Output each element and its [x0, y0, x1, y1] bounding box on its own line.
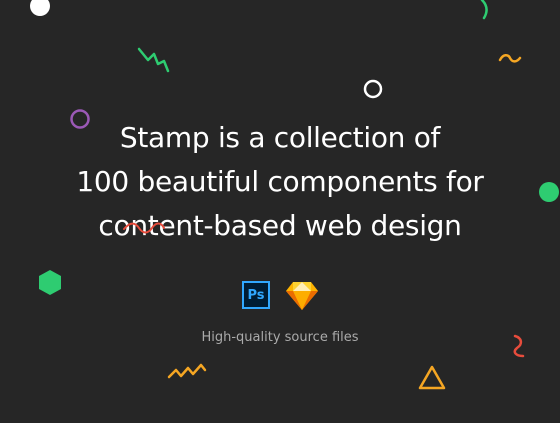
red-wave-overlay [123, 222, 165, 234]
promo-banner: Stamp is a collection of 100 beautiful c… [0, 0, 560, 423]
sketch-icon [286, 282, 318, 310]
red-wave-shape [123, 222, 165, 234]
photoshop-icon: Ps [242, 281, 270, 309]
app-icons: Ps [0, 281, 560, 311]
tagline: High-quality source files [201, 330, 359, 345]
